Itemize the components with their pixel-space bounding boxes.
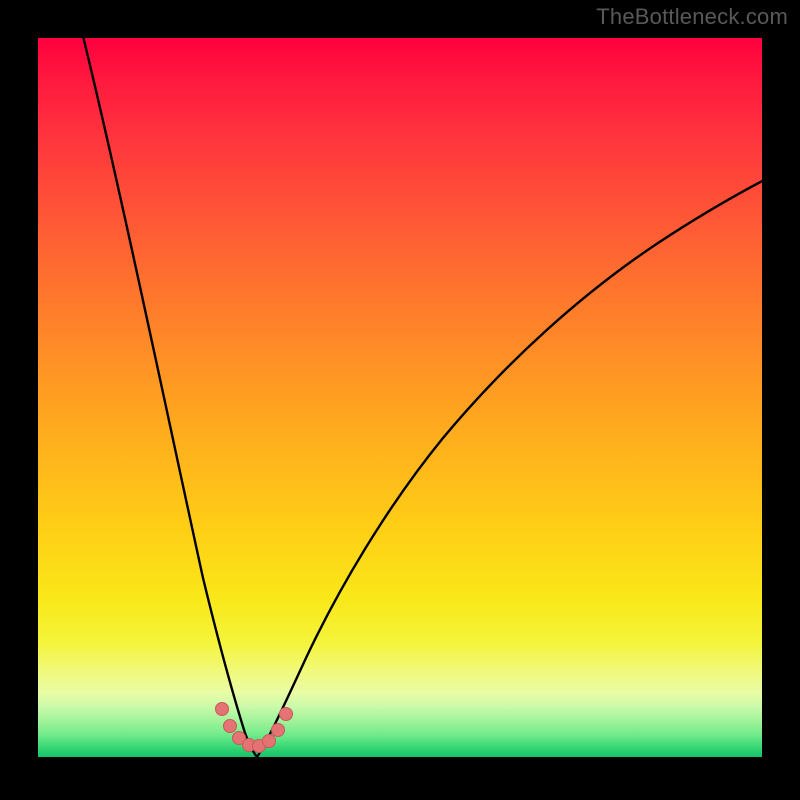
marker-dot <box>263 735 276 748</box>
marker-group <box>216 703 293 753</box>
marker-dot <box>216 703 229 716</box>
curve-right <box>257 178 768 757</box>
chart-svg <box>38 38 762 757</box>
marker-dot <box>224 720 237 733</box>
watermark-text: TheBottleneck.com <box>596 4 788 30</box>
outer-frame: TheBottleneck.com <box>0 0 800 800</box>
marker-dot <box>272 724 285 737</box>
marker-dot <box>280 708 293 721</box>
plot-area <box>38 38 762 757</box>
curve-left <box>81 28 257 757</box>
bottleneck-curve <box>81 28 768 757</box>
